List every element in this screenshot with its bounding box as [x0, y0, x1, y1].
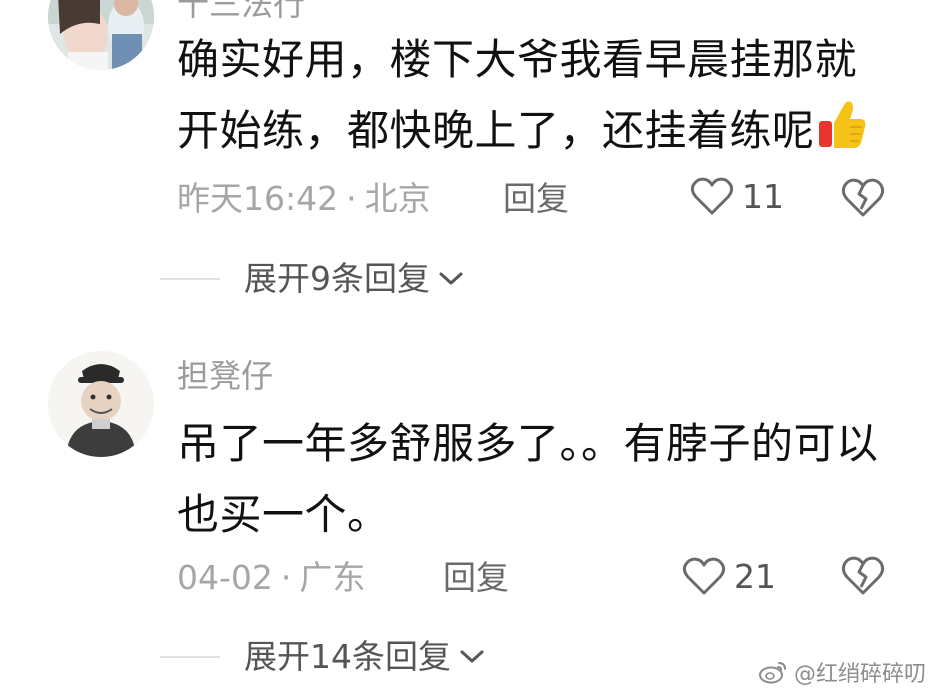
comment-meta: 昨天16:42 · 北京	[177, 182, 431, 215]
expand-replies-button[interactable]: 展开14条回复	[160, 640, 485, 673]
like-count: 11	[742, 176, 784, 216]
comment-list: 十三法行 确实好用，楼下大爷我看早晨挂那就开始练，都快晚上了，还挂着练呢 昨天1…	[0, 0, 944, 698]
watermark-text: @红绡碎碎叨	[793, 662, 926, 687]
expand-replies-button[interactable]: 展开9条回复	[160, 262, 464, 295]
username[interactable]: 担凳仔	[177, 360, 273, 392]
dislike-button[interactable]	[840, 554, 886, 600]
comment-text: 确实好用，楼下大爷我看早晨挂那就开始练，都快晚上了，还挂着练呢	[177, 24, 897, 172]
heart-outline-icon	[690, 177, 734, 215]
chevron-down-icon	[460, 650, 484, 662]
like-button[interactable]: 21	[682, 556, 776, 596]
reply-button[interactable]: 回复	[443, 561, 509, 594]
username[interactable]: 十三法行	[177, 0, 305, 20]
separator-dot: ·	[280, 558, 292, 597]
chevron-down-icon	[439, 272, 463, 284]
divider	[160, 655, 220, 658]
divider	[160, 277, 220, 280]
like-count: 21	[734, 556, 776, 596]
comment-text: 吊了一年多舒服多了。。有脖子的可以也买一个。	[177, 419, 879, 539]
separator-dot: ·	[346, 179, 357, 218]
comment-time: 04-02	[177, 558, 273, 597]
comment-location: 北京	[364, 179, 431, 218]
broken-heart-icon	[841, 556, 885, 595]
like-button[interactable]: 11	[690, 176, 784, 216]
expand-replies-label: 展开9条回复	[244, 259, 430, 298]
broken-heart-icon	[841, 178, 885, 217]
watermark: @红绡碎碎叨	[758, 656, 926, 688]
avatar[interactable]	[48, 0, 154, 70]
comment-location: 广东	[299, 558, 366, 597]
comment-time: 昨天16:42	[177, 179, 339, 218]
reply-button[interactable]: 回复	[503, 182, 569, 215]
heart-outline-icon	[682, 557, 726, 595]
thumbs-up-icon	[817, 99, 867, 172]
avatar[interactable]	[48, 351, 154, 457]
weibo-logo-icon	[758, 662, 786, 684]
expand-replies-label: 展开14条回复	[244, 637, 451, 676]
comment-body: 确实好用，楼下大爷我看早晨挂那就开始练，都快晚上了，还挂着练呢	[177, 35, 858, 155]
avatar-photo	[48, 351, 154, 457]
dislike-button[interactable]	[840, 176, 886, 222]
avatar-photo	[48, 0, 154, 70]
comment-meta: 04-02 · 广东	[177, 561, 365, 594]
